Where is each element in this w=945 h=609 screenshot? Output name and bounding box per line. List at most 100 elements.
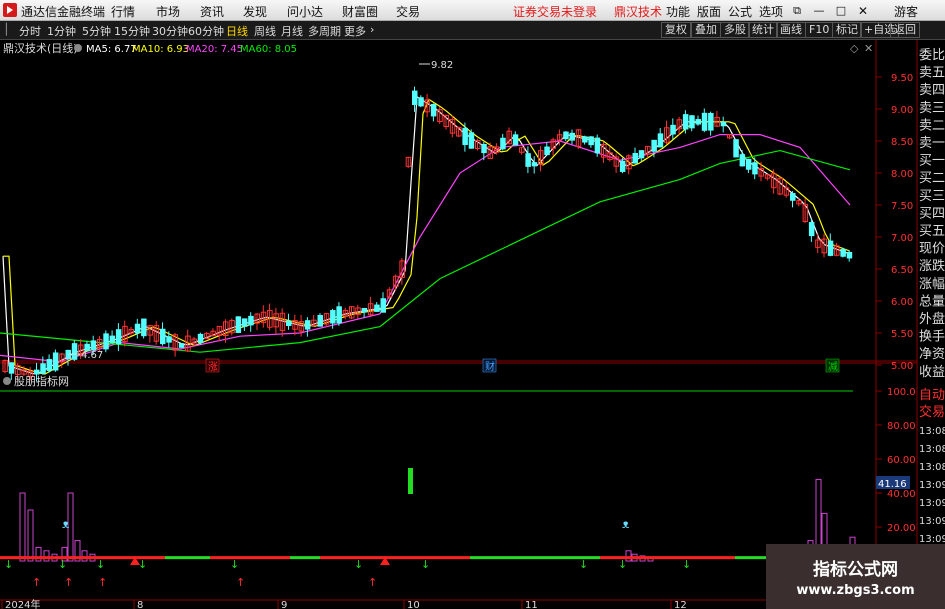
event-marker-rise[interactable]: 涨	[205, 358, 220, 373]
multi-stock-button[interactable]: 多股	[720, 22, 750, 38]
candle-body	[670, 124, 676, 135]
sidebar-label: 卖五	[919, 66, 945, 81]
menu-item-wealth[interactable]: 财富圈	[342, 3, 378, 20]
event-marker-finance[interactable]: 财	[482, 358, 497, 373]
time-tick-label: 11	[525, 600, 538, 609]
candle-body	[141, 318, 147, 337]
menu-item-news[interactable]: 资讯	[200, 3, 224, 20]
candle-body	[115, 329, 122, 345]
price-tick-label: 7.00	[891, 233, 913, 244]
indicator-settings-icon[interactable]	[3, 377, 11, 385]
ma5-line	[2, 95, 850, 375]
period-tab-multi[interactable]: 多周期	[308, 23, 341, 39]
menu-item-ask[interactable]: 问小达	[287, 3, 323, 20]
restore-icon[interactable]: ⧉	[786, 0, 808, 21]
sidebar-time: 13:08	[919, 444, 945, 455]
menu-item-discover[interactable]: 发现	[243, 3, 267, 20]
sidebar-label: 卖二	[919, 118, 945, 133]
indicator-title: 股朋指标网	[14, 374, 69, 388]
candle-body	[638, 150, 645, 159]
menu-item-quotes[interactable]: 行情	[111, 3, 135, 20]
period-tab-1min[interactable]: 1分钟	[47, 23, 76, 39]
down-arrow-icon: ↓	[618, 558, 627, 571]
sidebar-label: 涨跌	[919, 258, 945, 274]
menu-item-formula[interactable]: 公式	[728, 3, 752, 20]
up-arrow-icon: ↑	[236, 576, 245, 589]
menu-item-trade[interactable]: 交易	[396, 3, 420, 20]
back-button[interactable]: 返回	[890, 22, 920, 38]
price-axis: 9.50 9.00 8.50 8.00 7.50 7.00 6.50 6.00 5.50 5.00	[876, 73, 913, 372]
settings-diamond-icon[interactable]: ◇	[850, 42, 859, 55]
menu-item-layout[interactable]: 版面	[697, 3, 721, 20]
menu-bar: 通达信金融终端 行情 市场 资讯 发现 问小达 财富圈 交易 证券交易未登录 鼎…	[0, 0, 945, 21]
sidebar-time: 13:09	[919, 516, 945, 527]
candle-body	[468, 132, 475, 149]
candle-body	[619, 160, 626, 172]
stats-button[interactable]: 统计	[748, 22, 778, 38]
candle-body	[8, 362, 15, 374]
maximize-icon[interactable]: □	[830, 0, 852, 21]
period-tab-weekly[interactable]: 周线	[254, 23, 276, 39]
candle-body	[109, 335, 116, 344]
candle-body	[418, 97, 424, 107]
chevron-right-icon[interactable]: ›	[370, 23, 374, 36]
guest-label[interactable]: 游客	[894, 3, 918, 20]
sidebar-label: 现价	[919, 242, 945, 257]
candle-body	[582, 136, 588, 143]
menu-item-function[interactable]: 功能	[666, 3, 690, 20]
login-notice[interactable]: 证券交易未登录	[513, 3, 597, 20]
ma-legend: MA5: 6.77 MA10: 6.93 MA20: 7.45 MA60: 8.…	[74, 44, 297, 55]
ma-settings-icon[interactable]	[74, 44, 82, 52]
period-tab-60min[interactable]: 60分钟	[188, 23, 224, 39]
down-arrow-icon: ↓	[230, 558, 239, 571]
candle-body	[336, 306, 342, 324]
svg-text:财: 财	[485, 360, 495, 373]
up-arrow-icon: ↑	[64, 576, 73, 589]
down-arrow-icon: ↓	[421, 558, 430, 571]
indicator-tick-label: 20.00	[887, 523, 916, 534]
sidebar-time: 13:09	[919, 498, 945, 509]
ma20-label: MA20: 7.45	[186, 44, 243, 55]
up-arrow-icon: ↑	[32, 576, 41, 589]
quote-sidebar: 委比卖五卖四卖三卖二卖一买一买二买三买四买五现价涨跌涨幅总量外盘换手净资收益自动…	[919, 48, 945, 581]
toolbar-collapse-icon[interactable]: ▏	[6, 23, 14, 36]
down-arrow-icon: ↓	[682, 558, 691, 571]
candle-body	[374, 304, 380, 312]
period-tab-5min[interactable]: 5分钟	[82, 23, 111, 39]
candle-body	[739, 154, 746, 167]
period-tab-daily[interactable]: 日线	[226, 23, 248, 39]
candle-body	[462, 127, 468, 146]
candle-body	[594, 137, 601, 154]
candle-body	[361, 307, 368, 313]
minimize-icon[interactable]: —	[808, 0, 830, 21]
adjust-button[interactable]: 复权	[661, 22, 691, 38]
price-tick-label: 7.50	[891, 201, 913, 212]
down-arrow-icon: ↓	[579, 558, 588, 571]
indicator-bar	[27, 509, 34, 562]
close-chart-icon[interactable]: ✕	[864, 42, 873, 55]
draw-line-button[interactable]: 画线	[776, 22, 806, 38]
candle-body	[412, 90, 418, 105]
kline-chart-area[interactable]: 鼎汉技术(日线) MA5: 6.77 MA10: 6.93 MA20: 7.45…	[0, 40, 945, 609]
mark-button[interactable]: 标记	[832, 22, 862, 38]
candle-body	[790, 193, 796, 201]
watermark-banner: 指标公式网 www.zbgs3.com	[766, 544, 945, 609]
sidebar-label: 卖四	[919, 83, 945, 98]
candle-body	[52, 352, 59, 371]
period-tab-30min[interactable]: 30分钟	[152, 23, 188, 39]
menu-item-market[interactable]: 市场	[156, 3, 180, 20]
event-marker-reduce[interactable]: 减	[825, 358, 840, 373]
app-logo-icon	[3, 3, 17, 17]
candle-body	[90, 340, 97, 351]
menu-item-options[interactable]: 选项	[759, 3, 783, 20]
period-tab-monthly[interactable]: 月线	[281, 23, 303, 39]
candle-body	[40, 363, 46, 374]
overlay-button[interactable]: 叠加	[691, 22, 721, 38]
down-arrow-icon: ↓	[58, 558, 67, 571]
close-icon[interactable]: ✕	[852, 0, 874, 21]
period-tab-timeshare[interactable]: 分时	[19, 23, 41, 39]
period-tab-15min[interactable]: 15分钟	[114, 23, 150, 39]
f10-button[interactable]: F10	[805, 22, 834, 38]
period-tab-more[interactable]: 更多	[344, 23, 366, 39]
candle-body	[840, 249, 846, 257]
